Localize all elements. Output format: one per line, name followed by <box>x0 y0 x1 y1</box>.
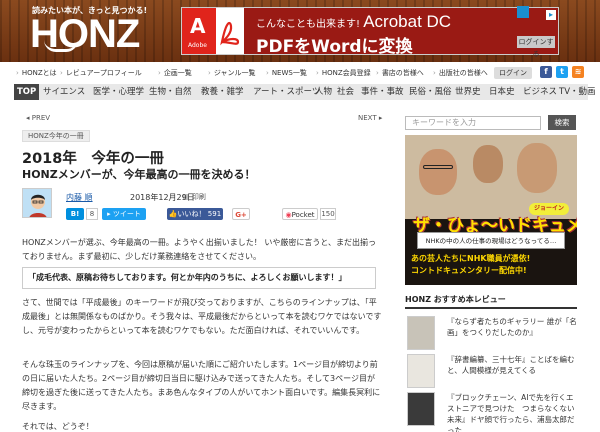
author-avatar[interactable] <box>22 188 52 218</box>
header-ad-banner[interactable]: A Adobe こんなことも出来ます! Acrobat DC PDFをWordに… <box>181 7 559 55</box>
ad-line2: PDFをWordに変換 <box>256 37 413 55</box>
ad-product: Acrobat DC <box>363 12 452 31</box>
nav-login-button[interactable]: ログイン <box>494 67 532 79</box>
review-list-item[interactable]: 『ブロックチェーン、AIで先を行くエストニアで見つけた つまらなくない未来』ドヤ… <box>405 392 577 432</box>
search-button[interactable]: 検索 <box>548 115 576 130</box>
next-label: NEXT <box>358 114 377 122</box>
nav-reviewers[interactable]: レビュアープロフィール <box>60 66 142 80</box>
thumbs-up-icon: 👍 <box>168 210 178 218</box>
book-cover-thumbnail <box>407 316 435 350</box>
article-category-tag[interactable]: HONZ今年の一冊 <box>22 130 90 142</box>
heading-prefix: HONZ <box>405 295 431 304</box>
prev-link[interactable]: ◂ PREV <box>26 114 50 122</box>
tweet-label: ツイート <box>112 210 141 218</box>
glasses-icon <box>423 165 453 169</box>
ad-close-icon[interactable]: ▸ <box>546 10 556 20</box>
cat-people[interactable]: 人物 <box>312 84 335 100</box>
adobe-a-icon: A <box>190 14 206 38</box>
chevron-right-icon: ▸ <box>376 114 383 122</box>
cat-japan-history[interactable]: 日本史 <box>486 84 518 100</box>
header-login-button[interactable]: ログインする <box>517 36 555 58</box>
hatena-bookmark-button[interactable]: B! <box>66 208 84 220</box>
print-icon: ▤ <box>183 193 192 201</box>
cat-medicine[interactable]: 医学・心理学 <box>90 84 147 100</box>
acrobat-pdf-icon <box>216 8 244 54</box>
site-header: 読みたい本が、きっと見つかる! HONZ A Adobe こんなことも出来ます!… <box>0 0 600 62</box>
pocket-button[interactable]: ◉Pocket <box>282 208 318 220</box>
article-paragraph: そんな珠玉のラインナップを、今回は原稿が届いた順にご紹介いたします。1ページ目が… <box>22 360 381 411</box>
cat-culture[interactable]: 教養・雑学 <box>198 84 247 100</box>
print-label: 印刷 <box>191 193 206 201</box>
nav-projects[interactable]: 企画一覧 <box>158 66 192 80</box>
sidebar-reviews-heading: HONZ おすすめ本レビュー <box>405 293 577 309</box>
nav-bookstores[interactable]: 書店の皆様へ <box>376 66 424 80</box>
ad-bottom-line1: あの芸人たちにNHK職員が憑依! <box>411 254 531 263</box>
ad-info-icon[interactable] <box>517 6 529 18</box>
cat-top[interactable]: TOP <box>14 84 40 100</box>
cat-tv-video[interactable]: TV・動画 <box>556 84 599 100</box>
nav-news[interactable]: NEWS一覧 <box>266 66 307 80</box>
adobe-brand-text: Adobe <box>188 42 207 49</box>
nav-member-registration[interactable]: HONZ会員登録 <box>316 66 371 80</box>
author-portrait-icon <box>23 189 51 217</box>
facebook-icon[interactable]: f <box>540 66 552 78</box>
ad-line1-prefix: こんなことも出来ます! <box>256 19 361 30</box>
ad-bottom-copy: あの芸人たちにNHK職員が憑依! コントドキュメンタリー配信中! <box>411 253 530 277</box>
book-cover-thumbnail <box>407 354 435 388</box>
nav-genres[interactable]: ジャンル一覧 <box>208 66 256 80</box>
cat-nature[interactable]: 生物・自然 <box>146 84 195 100</box>
book-cover-thumbnail <box>407 392 435 426</box>
nav-publishers[interactable]: 出版社の皆様へ <box>433 66 488 80</box>
review-list-item[interactable]: 『ならず者たちのギャラリー 誰が「名画」をつくりだしたのか』 <box>405 316 577 352</box>
prev-label: PREV <box>31 114 51 122</box>
like-label: いいね！ <box>177 210 206 218</box>
article-subtitle: HONZメンバーが、今年最高の一冊を決める！ <box>22 168 256 181</box>
ad-person-left <box>419 149 457 195</box>
cat-science[interactable]: サイエンス <box>40 84 88 100</box>
category-bar: TOP サイエンス 医学・心理学 生物・自然 教養・雑学 アート・スポーツ 人物… <box>14 84 596 100</box>
tweet-button[interactable]: ▸ ツイート <box>102 208 146 220</box>
article-paragraph: それでは、どうぞ！ <box>22 422 94 431</box>
print-button[interactable]: ▤ 印刷 <box>183 192 206 202</box>
heading-text: おすすめ本レビュー <box>433 295 506 304</box>
acrobat-swirl-icon <box>220 22 240 46</box>
next-link[interactable]: NEXT ▸ <box>358 114 382 122</box>
ad-person-right <box>517 143 557 193</box>
like-count: 591 <box>207 210 222 218</box>
cat-incidents[interactable]: 事件・事故 <box>358 84 407 100</box>
hatena-count: 8 <box>86 208 98 220</box>
review-title[interactable]: 『ブロックチェーン、AIで先を行くエストニアで見つけた つまらなくない未来』ドヤ… <box>447 392 577 432</box>
author-name-link[interactable]: 内藤 順 <box>66 192 93 203</box>
review-title[interactable]: 『ならず者たちのギャラリー 誰が「名画」をつくりだしたのか』 <box>447 316 577 338</box>
article-paragraph: さて、世間では「平成最後」のキーワードが飛び交っておりますが、こちらのラインナッ… <box>22 298 382 335</box>
rss-icon[interactable]: ≋ <box>572 66 584 78</box>
ad-line1: こんなことも出来ます! Acrobat DC <box>256 12 451 32</box>
cat-folklore[interactable]: 民俗・風俗 <box>406 84 455 100</box>
nav-about[interactable]: HONZとは <box>16 66 57 80</box>
review-title[interactable]: 『辞書編纂、三十七年』ことばを編むと、人間模様が見えてくる <box>447 354 577 376</box>
ad-copy: こんなことも出来ます! Acrobat DC PDFをWordに変換 <box>244 8 558 55</box>
article-paragraph: HONZメンバーが選ぶ、今年最高の一冊。ようやく出揃いました！ いや厳密に言うと… <box>22 238 376 261</box>
ad-subtitle: NHKの中の人の仕事の現場はどうなってる… <box>417 232 565 249</box>
ad-person-center <box>473 145 503 183</box>
cat-society[interactable]: 社会 <box>334 84 357 100</box>
sidebar-ad-banner[interactable]: ジョーイン ザ・ひょ〜いドキュメント NHKの中の人の仕事の現場はどうなってる…… <box>405 135 577 285</box>
cat-world-history[interactable]: 世界史 <box>452 84 484 100</box>
google-plus-button[interactable]: G+ <box>232 208 250 220</box>
search-input[interactable]: キーワードを入力 <box>405 116 541 130</box>
article-callout: 「成毛代表、原稿お待ちしております。何とか年内のうちに、よろしくお願いします！」 <box>22 267 376 289</box>
cat-business[interactable]: ビジネス <box>520 84 560 100</box>
facebook-like-button[interactable]: 👍いいね！ 591 <box>167 208 223 220</box>
pocket-label: Pocket <box>291 211 315 219</box>
ad-bottom-line2: コントドキュメンタリー配信中! <box>411 266 527 275</box>
adobe-logo: A Adobe <box>182 8 216 54</box>
review-list-item[interactable]: 『辞書編纂、三十七年』ことばを編むと、人間模様が見えてくる <box>405 354 577 390</box>
pocket-count: 150 <box>320 208 336 220</box>
article-title: 2018年 今年の一冊 <box>22 151 164 167</box>
twitter-icon[interactable]: t <box>556 66 568 78</box>
